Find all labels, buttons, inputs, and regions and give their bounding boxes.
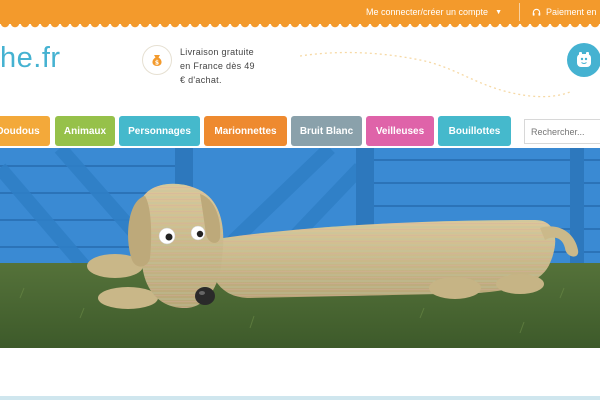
nav-item-doudous[interactable]: Doudous (0, 116, 50, 146)
search-input[interactable] (531, 126, 600, 137)
account-link-label: Me connecter/créer un compte (366, 7, 489, 17)
payment-link-label: Paiement en (546, 7, 597, 17)
hero-banner[interactable] (0, 148, 600, 348)
nav-item-label: Bruit Blanc (299, 125, 354, 137)
nav-item-bruit-blanc[interactable]: Bruit Blanc (291, 116, 362, 146)
top-bar: Me connecter/créer un compte ▼ Paiement … (0, 0, 600, 29)
nav-item-animaux[interactable]: Animaux (55, 116, 115, 146)
site-logo[interactable]: he.fr (0, 44, 61, 73)
topbar-scallop-edge (0, 24, 600, 29)
nav-item-bouillottes[interactable]: Bouillottes (438, 116, 511, 146)
footer-divider (0, 396, 600, 400)
nav-item-label: Veilleuses (375, 125, 425, 137)
hero-plush-dog-image (0, 148, 600, 348)
topbar-divider (519, 3, 520, 21)
payment-link[interactable]: Paiement en (532, 7, 597, 17)
nav-item-label: Marionnettes (214, 125, 277, 137)
nav-item-label: Animaux (63, 125, 107, 137)
nav-item-label: Personnages (128, 125, 191, 137)
nav-item-veilleuses[interactable]: Veilleuses (366, 116, 434, 146)
mascot-icon[interactable] (567, 43, 600, 77)
nav-item-marionnettes[interactable]: Marionnettes (204, 116, 287, 146)
free-delivery-text: Livraison gratuite en France dès 49 € d'… (180, 47, 255, 85)
money-bag-icon: $ (142, 45, 172, 75)
nav-item-personnages[interactable]: Personnages (119, 116, 200, 146)
search-field[interactable] (524, 119, 600, 144)
nav-item-label: Bouillottes (448, 125, 501, 137)
headset-icon (532, 8, 541, 16)
svg-text:$: $ (155, 59, 159, 66)
category-nav: Doudous Animaux Personnages Marionnettes… (0, 116, 600, 146)
decorative-dotted-wave (300, 51, 570, 98)
account-link[interactable]: Me connecter/créer un compte ▼ (366, 7, 502, 17)
nav-item-label: Doudous (0, 125, 40, 137)
chevron-down-icon: ▼ (495, 8, 502, 16)
